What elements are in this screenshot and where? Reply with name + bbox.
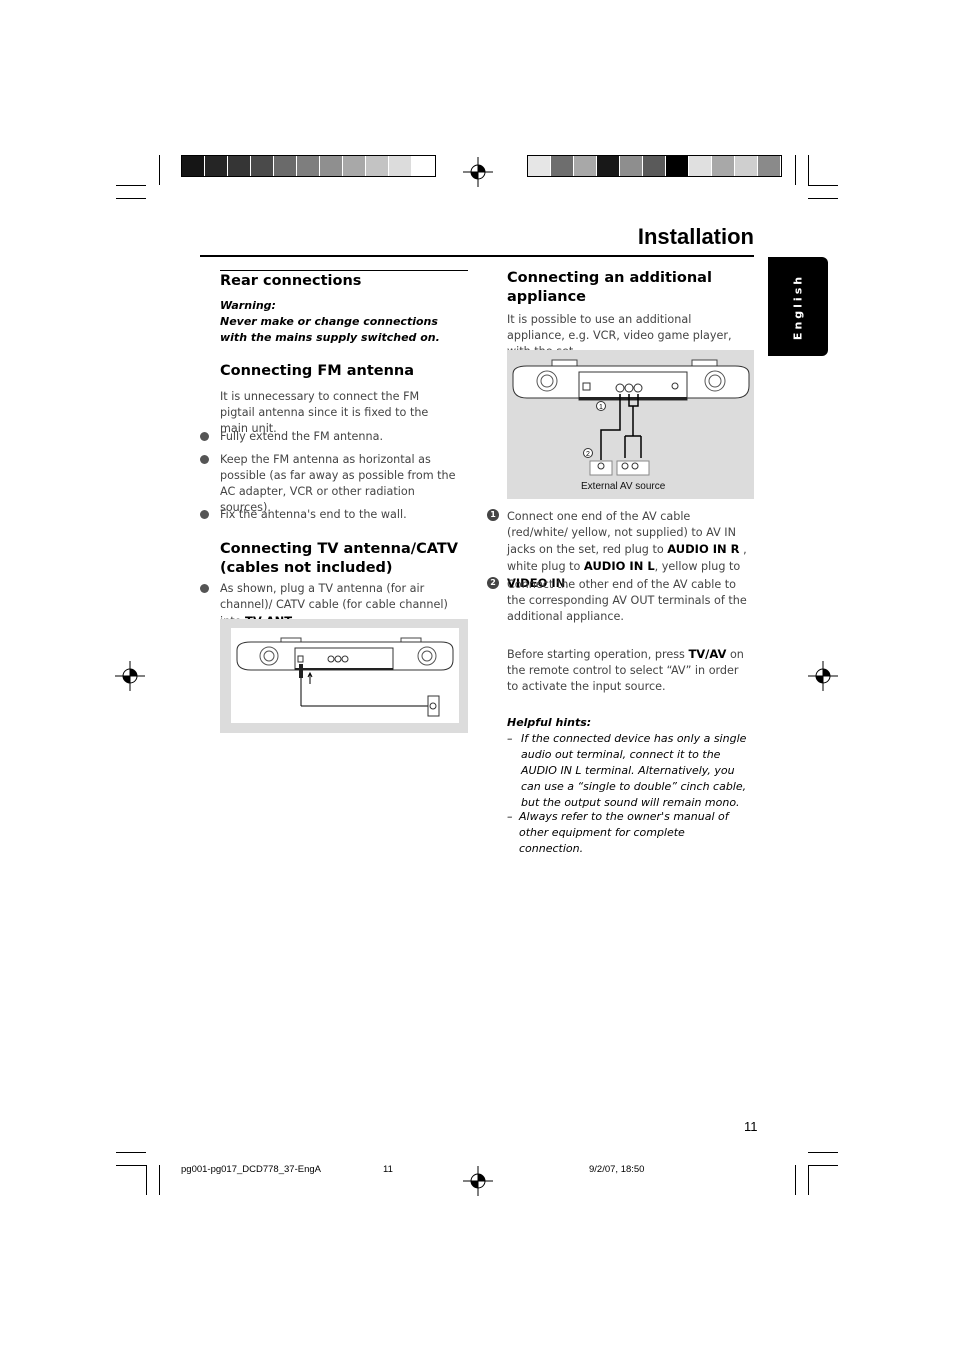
step-2-text: Connect the other end of the AV cable to… <box>507 578 747 623</box>
bullet-icon <box>200 432 209 441</box>
tv-antenna-illustration <box>231 628 459 723</box>
color-swatch <box>182 156 205 176</box>
crop-mark <box>808 1165 838 1166</box>
page-title: Installation <box>637 224 754 249</box>
bullet-icon <box>200 510 209 519</box>
crop-mark <box>808 1165 809 1195</box>
crop-mark <box>116 198 146 199</box>
color-swatch <box>666 156 689 176</box>
crop-mark <box>116 1165 146 1166</box>
language-label: English <box>791 273 805 341</box>
crop-mark <box>795 1165 796 1195</box>
color-swatch <box>389 156 412 176</box>
color-swatch <box>412 156 435 176</box>
color-swatch <box>735 156 758 176</box>
av-connection-diagram: 1 2 External AV source <box>507 350 754 499</box>
color-swatch <box>343 156 366 176</box>
crop-mark <box>116 185 146 186</box>
dash: – <box>507 810 513 823</box>
color-swatch <box>620 156 643 176</box>
footer-page: 11 <box>383 1164 393 1175</box>
fm-bullet: Fully extend the FM antenna. <box>220 430 383 443</box>
color-swatch <box>228 156 251 176</box>
color-swatch <box>551 156 574 176</box>
diagram-marker-1: 1 <box>599 404 603 411</box>
crop-mark <box>808 155 809 185</box>
before-operation-text: Before starting operation, press TV/AV o… <box>507 647 744 693</box>
color-swatch <box>366 156 389 176</box>
color-swatch <box>643 156 666 176</box>
color-swatch <box>689 156 712 176</box>
color-swatch <box>758 156 781 176</box>
title-rule <box>200 255 754 257</box>
registration-mark-icon <box>463 1166 493 1196</box>
fm-bullet: Fix the antenna's end to the wall. <box>220 508 407 521</box>
registration-mark-icon <box>808 661 838 691</box>
bullet-icon <box>200 455 209 464</box>
registration-mark-icon <box>463 157 493 187</box>
helpful-hints-label: Helpful hints: <box>507 716 592 729</box>
rear-connections-heading: Rear connections <box>220 273 362 289</box>
hint-1: If the connected device has only a singl… <box>521 732 747 809</box>
fm-antenna-heading: Connecting FM antenna <box>220 363 415 379</box>
color-swatch <box>712 156 735 176</box>
color-swatch <box>320 156 343 176</box>
color-calibration-bar-right <box>527 155 782 177</box>
diagram-caption: External AV source <box>581 481 666 492</box>
warning-text: Never make or change connections with th… <box>220 315 440 344</box>
section-rule <box>220 270 468 271</box>
color-swatch <box>205 156 228 176</box>
crop-mark <box>808 198 838 199</box>
page-number: 11 <box>744 1119 758 1134</box>
crop-mark <box>808 185 838 186</box>
color-calibration-bar-left <box>181 155 436 177</box>
step-number-2: 2 <box>487 577 499 589</box>
step-number-1: 1 <box>487 509 499 521</box>
hint-2: Always refer to the owner's manual of ot… <box>519 810 729 855</box>
dash: – <box>507 732 513 745</box>
footer-date: 9/2/07, 18:50 <box>589 1164 645 1175</box>
crop-mark <box>808 1152 838 1153</box>
tv-antenna-heading: Connecting TV antenna/CATV (cables not i… <box>220 541 458 576</box>
warning-label: Warning: <box>220 299 276 312</box>
manual-page: Installation English Rear connections Wa… <box>0 0 954 1351</box>
additional-appliance-heading: Connecting an additional appliance <box>507 270 712 305</box>
color-swatch <box>528 156 551 176</box>
color-swatch <box>297 156 320 176</box>
registration-mark-icon <box>115 661 145 691</box>
av-connection-illustration: 1 2 <box>512 359 750 476</box>
crop-mark <box>116 1152 146 1153</box>
crop-mark <box>795 155 796 185</box>
color-swatch <box>597 156 620 176</box>
language-tab: English <box>768 257 828 356</box>
color-swatch <box>574 156 597 176</box>
crop-mark <box>159 1165 160 1195</box>
footer-filename: pg001-pg017_DCD778_37-EngA <box>181 1164 321 1175</box>
crop-mark <box>146 1165 147 1195</box>
color-swatch <box>274 156 297 176</box>
bullet-icon <box>200 584 209 593</box>
color-swatch <box>251 156 274 176</box>
tv-antenna-diagram <box>220 619 468 733</box>
diagram-marker-2: 2 <box>586 451 590 458</box>
crop-mark <box>159 155 160 185</box>
